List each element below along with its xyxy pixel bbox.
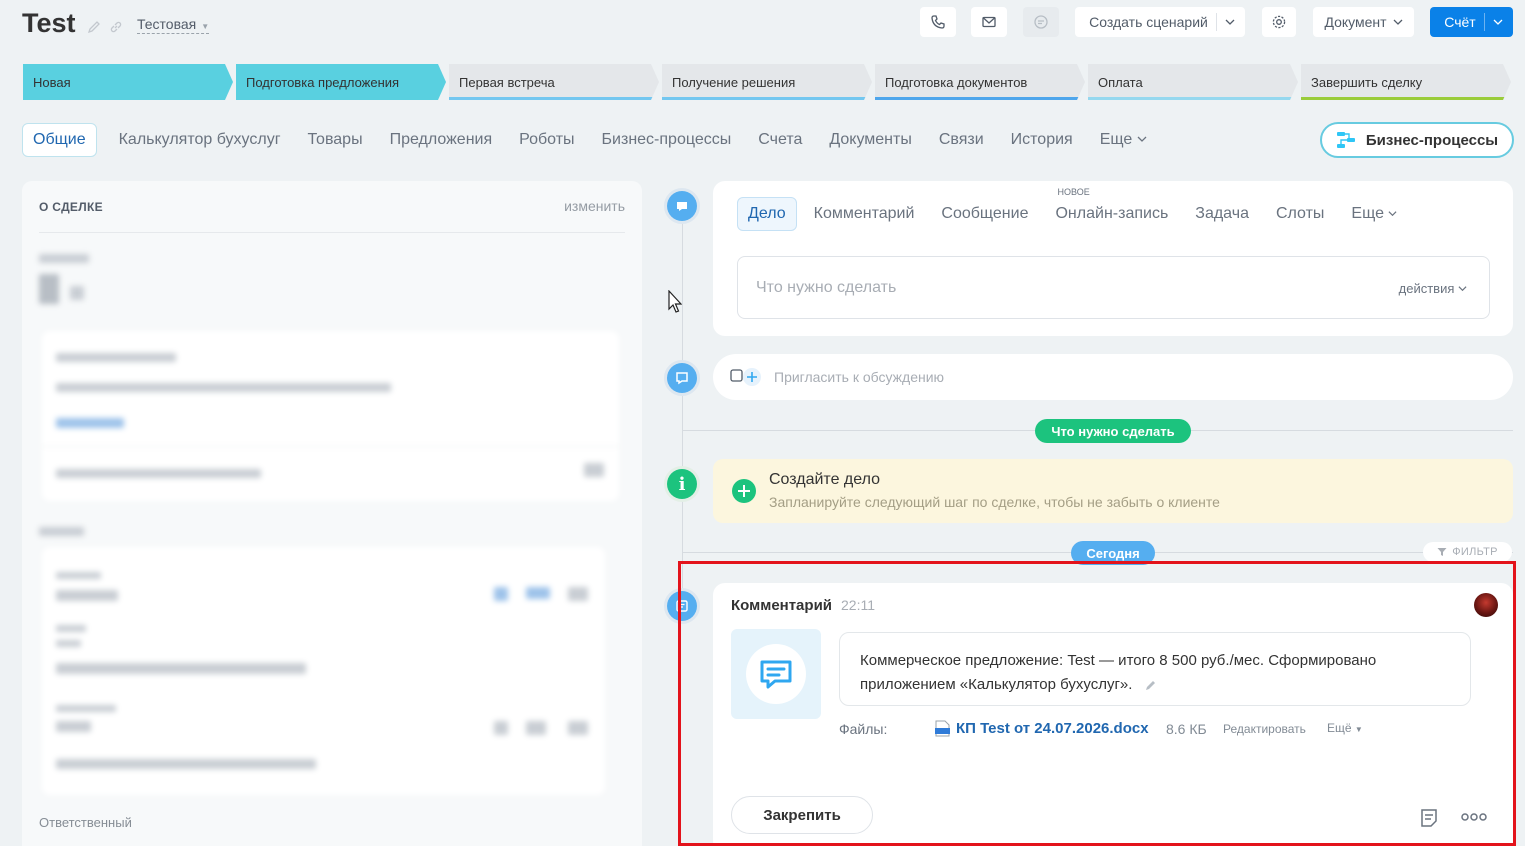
tab-more[interactable]: Еще bbox=[1351, 205, 1397, 223]
actions-dropdown[interactable]: действия bbox=[1399, 281, 1467, 296]
stage-label: Подготовка документов bbox=[885, 75, 1028, 90]
stage-finish[interactable]: Завершить сделку bbox=[1301, 64, 1511, 100]
tab-robots[interactable]: Роботы bbox=[519, 131, 574, 149]
email-button[interactable] bbox=[971, 7, 1007, 37]
invite-bar[interactable]: Пригласить к обсуждению bbox=[713, 354, 1513, 400]
filter-button[interactable]: ФИЛЬТР bbox=[1423, 542, 1512, 562]
info-icon: i bbox=[667, 469, 697, 499]
tab-comment[interactable]: Комментарий bbox=[814, 205, 915, 223]
todo-input[interactable]: Что нужно сделать действия bbox=[737, 256, 1490, 319]
tab-business-processes[interactable]: Бизнес-процессы bbox=[602, 131, 732, 149]
create-task-subtitle: Запланируйте следующий шаг по сделке, чт… bbox=[769, 494, 1220, 510]
business-processes-label: Бизнес-процессы bbox=[1365, 131, 1499, 149]
stage-bar: Новая Подготовка предложения Первая встр… bbox=[23, 64, 1513, 100]
stage-payment[interactable]: Оплата bbox=[1088, 64, 1298, 100]
category-selector[interactable]: Тестовая ▼ bbox=[137, 16, 210, 34]
flow-icon bbox=[1336, 132, 1355, 148]
deal-info-panel: О СДЕЛКЕ изменить Ответственный bbox=[22, 181, 642, 846]
document-label: Документ bbox=[1324, 14, 1387, 30]
invoice-button[interactable]: Счёт bbox=[1430, 7, 1513, 37]
mouse-cursor-icon bbox=[668, 289, 683, 319]
invoice-label: Счёт bbox=[1444, 14, 1476, 30]
divider bbox=[39, 232, 625, 233]
tab-task[interactable]: Задача bbox=[1195, 205, 1249, 223]
tab-more-label: Еще bbox=[1351, 205, 1384, 222]
tab-history[interactable]: История bbox=[1011, 131, 1073, 149]
create-task-title: Создайте дело bbox=[769, 471, 881, 488]
envelope-icon bbox=[982, 16, 996, 28]
filter-label: ФИЛЬТР bbox=[1452, 546, 1498, 558]
call-button[interactable] bbox=[920, 7, 956, 37]
create-task-card: Создайте дело Запланируйте следующий шаг… bbox=[713, 459, 1513, 523]
chevron-down-icon bbox=[1493, 19, 1503, 25]
phone-icon bbox=[931, 15, 945, 29]
chat-icon bbox=[1034, 15, 1048, 29]
highlight-frame bbox=[678, 561, 1516, 846]
tab-online-booking[interactable]: НОВОЕ Онлайн-запись bbox=[1055, 187, 1169, 223]
chevron-down-icon bbox=[1458, 286, 1467, 292]
timeline-activity-dot bbox=[664, 188, 700, 224]
timeline-discussion-dot bbox=[664, 360, 700, 396]
activity-editor: Дело Комментарий Сообщение НОВОЕ Онлайн-з… bbox=[713, 181, 1513, 336]
chevron-down-icon bbox=[1137, 136, 1147, 142]
deal-tabs: Общие Калькулятор бухуслуг Товары Предло… bbox=[22, 122, 1174, 158]
chevron-down-icon bbox=[1388, 211, 1397, 217]
pencil-icon[interactable] bbox=[87, 20, 101, 34]
create-scenario-label: Создать сценарий bbox=[1089, 14, 1208, 30]
about-heading: О СДЕЛКЕ bbox=[39, 200, 103, 214]
about-edit-link[interactable]: изменить bbox=[564, 198, 625, 214]
responsible-label: Ответственный bbox=[39, 815, 132, 830]
tab-proposals[interactable]: Предложения bbox=[390, 131, 493, 149]
tab-online-booking-label: Онлайн-запись bbox=[1055, 205, 1169, 222]
document-button[interactable]: Документ bbox=[1313, 7, 1414, 37]
stage-label: Новая bbox=[33, 75, 71, 90]
settings-button[interactable] bbox=[1262, 7, 1296, 37]
stage-proposal[interactable]: Подготовка предложения bbox=[236, 64, 446, 100]
timeline-line bbox=[682, 220, 683, 600]
tab-invoices[interactable]: Счета bbox=[758, 131, 802, 149]
tab-more-label: Еще bbox=[1099, 131, 1133, 148]
stage-label: Получение решения bbox=[672, 75, 796, 90]
stage-documents[interactable]: Подготовка документов bbox=[875, 64, 1085, 100]
stage-label: Оплата bbox=[1098, 75, 1143, 90]
todo-placeholder: Что нужно сделать bbox=[756, 279, 897, 296]
tab-documents[interactable]: Документы bbox=[829, 131, 911, 149]
tab-products[interactable]: Товары bbox=[308, 131, 363, 149]
stage-first-meeting[interactable]: Первая встреча bbox=[449, 64, 659, 100]
activity-tabs: Дело Комментарий Сообщение НОВОЕ Онлайн-з… bbox=[737, 187, 1424, 231]
plus-circle-icon[interactable] bbox=[731, 478, 757, 504]
tab-more[interactable]: Еще bbox=[1100, 131, 1147, 149]
tab-message[interactable]: Сообщение bbox=[941, 205, 1028, 223]
add-participant-icon[interactable] bbox=[729, 367, 761, 387]
stage-label: Первая встреча bbox=[459, 75, 555, 90]
link-icon[interactable] bbox=[109, 20, 123, 34]
tab-general[interactable]: Общие bbox=[22, 123, 97, 157]
timeline-info-dot: i bbox=[664, 466, 700, 502]
tab-relations[interactable]: Связи bbox=[939, 131, 984, 149]
category-label: Тестовая bbox=[137, 16, 197, 32]
actions-label: действия bbox=[1398, 281, 1455, 296]
deal-title: Test bbox=[22, 8, 76, 38]
business-processes-button[interactable]: Бизнес-процессы bbox=[1320, 122, 1514, 158]
caret-down-icon: ▼ bbox=[201, 22, 210, 31]
todo-pill: Что нужно сделать bbox=[1035, 419, 1191, 443]
create-scenario-button[interactable]: Создать сценарий bbox=[1075, 7, 1245, 37]
stage-label: Завершить сделку bbox=[1311, 75, 1423, 90]
tab-calculator[interactable]: Калькулятор бухуслуг bbox=[119, 131, 281, 149]
stage-label: Подготовка предложения bbox=[246, 75, 400, 90]
chevron-down-icon bbox=[1393, 19, 1403, 25]
chat-icon bbox=[676, 372, 688, 385]
tab-slots[interactable]: Слоты bbox=[1276, 205, 1324, 223]
gear-icon bbox=[1272, 15, 1286, 29]
invite-placeholder: Пригласить к обсуждению bbox=[774, 369, 945, 385]
header: Test Тестовая ▼ Создать сценарий Документ… bbox=[0, 0, 1525, 52]
tab-task-todo[interactable]: Дело bbox=[737, 197, 797, 231]
chat-button[interactable] bbox=[1023, 7, 1059, 37]
stage-new[interactable]: Новая bbox=[23, 64, 233, 100]
chat-bubble-icon bbox=[677, 202, 687, 211]
new-badge: НОВОЕ bbox=[1057, 187, 1090, 197]
stage-decision[interactable]: Получение решения bbox=[662, 64, 872, 100]
funnel-icon bbox=[1437, 548, 1447, 556]
chevron-down-icon bbox=[1225, 19, 1235, 25]
